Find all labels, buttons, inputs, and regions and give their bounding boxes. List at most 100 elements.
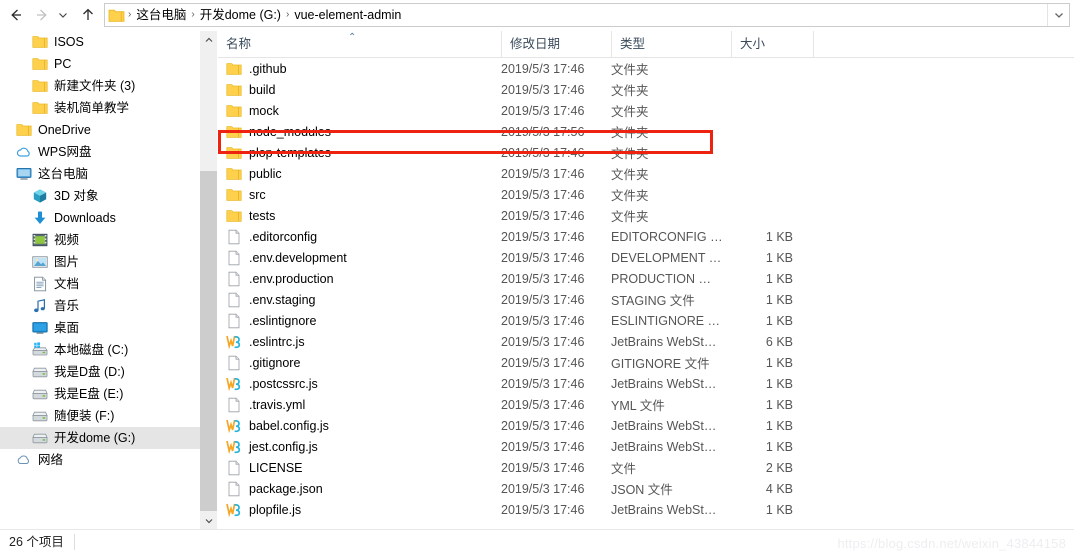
file-name-cell[interactable]: tests: [226, 208, 275, 224]
sidebar-item-4[interactable]: OneDrive: [0, 119, 200, 141]
table-row[interactable]: package.json 2019/5/3 17:46 JSON 文件 4 KB: [218, 478, 1074, 499]
file-name-cell[interactable]: .github: [226, 61, 287, 77]
up-button[interactable]: [76, 3, 100, 27]
sidebar-item-11[interactable]: 文档: [0, 273, 200, 295]
file-size-cell: 1 KB: [765, 355, 793, 370]
file-list[interactable]: .github 2019/5/3 17:46 文件夹 build 2019/5/3 17…: [218, 58, 1074, 520]
back-button[interactable]: [4, 3, 28, 27]
address-dropdown-button[interactable]: [1047, 4, 1069, 26]
sidebar-item-7[interactable]: 3D 对象: [0, 185, 200, 207]
file-name-cell[interactable]: .postcssrc.js: [226, 376, 318, 392]
table-row[interactable]: public 2019/5/3 17:46 文件夹: [218, 163, 1074, 184]
column-header-name[interactable]: 名称 ⌃: [218, 31, 501, 58]
table-row[interactable]: plopfile.js 2019/5/3 17:46 JetBrains WebSt…: [218, 499, 1074, 520]
table-row[interactable]: LICENSE 2019/5/3 17:46 文件 2 KB: [218, 457, 1074, 478]
file-name-cell[interactable]: .travis.yml: [226, 397, 305, 413]
table-row[interactable]: node_modules 2019/5/3 17:56 文件夹: [218, 121, 1074, 142]
table-row[interactable]: .env.production 2019/5/3 17:46 PRODUCTION …: [218, 268, 1074, 289]
file-name-cell[interactable]: .gitignore: [226, 355, 300, 371]
file-name-cell[interactable]: public: [226, 166, 282, 182]
file-size-cell: 1 KB: [765, 313, 793, 328]
file-name-cell[interactable]: plopfile.js: [226, 502, 301, 518]
sidebar-item-14[interactable]: 本地磁盘 (C:): [0, 339, 200, 361]
table-row[interactable]: .eslintignore 2019/5/3 17:46 ESLINTIGNORE …: [218, 310, 1074, 331]
file-name-cell[interactable]: node_modules: [226, 124, 331, 140]
sidebar-item-2[interactable]: 新建文件夹 (3): [0, 75, 200, 97]
sidebar-item-15[interactable]: 我是D盘 (D:): [0, 361, 200, 383]
file-name-cell[interactable]: src: [226, 187, 266, 203]
table-row[interactable]: tests 2019/5/3 17:46 文件夹: [218, 205, 1074, 226]
file-name-cell[interactable]: plop-templates: [226, 145, 331, 161]
sidebar-item-13[interactable]: 桌面: [0, 317, 200, 339]
table-row[interactable]: .gitignore 2019/5/3 17:46 GITIGNORE 文件 1 KB: [218, 352, 1074, 373]
file-name-cell[interactable]: LICENSE: [226, 460, 303, 476]
folder-icon: [226, 188, 242, 201]
table-row[interactable]: mock 2019/5/3 17:46 文件夹: [218, 100, 1074, 121]
scroll-up-button[interactable]: [200, 31, 217, 48]
network-icon: [17, 455, 29, 464]
sidebar-item-10[interactable]: 图片: [0, 251, 200, 273]
breadcrumb-item-0[interactable]: 这台电脑: [132, 4, 190, 26]
table-row[interactable]: .editorconfig 2019/5/3 17:46 EDITORCONFIG …: [218, 226, 1074, 247]
table-row[interactable]: .travis.yml 2019/5/3 17:46 YML 文件 1 KB: [218, 394, 1074, 415]
breadcrumb-item-1[interactable]: 开发dome (G:): [196, 4, 285, 26]
file-type-cell: 文件夹: [611, 63, 649, 77]
file-type-cell: STAGING 文件: [611, 294, 695, 308]
column-header-date[interactable]: 修改日期: [501, 31, 611, 58]
sidebar-item-9[interactable]: 视频: [0, 229, 200, 251]
sidebar-item-5[interactable]: WPS网盘: [0, 141, 200, 163]
webstorm-icon: [226, 334, 242, 350]
file-name-cell[interactable]: .eslintignore: [226, 313, 316, 329]
sidebar-item-12[interactable]: 音乐: [0, 295, 200, 317]
sidebar-item-1[interactable]: PC: [0, 53, 200, 75]
file-name-cell[interactable]: .env.development: [226, 250, 347, 266]
recent-locations-button[interactable]: [54, 3, 72, 27]
file-date-cell: 2019/5/3 17:46: [501, 460, 585, 475]
table-row[interactable]: .env.development 2019/5/3 17:46 DEVELOPMEN…: [218, 247, 1074, 268]
file-type-cell: 文件夹: [611, 105, 649, 119]
sidebar-item-8[interactable]: Downloads: [0, 207, 200, 229]
scroll-down-button[interactable]: [200, 512, 217, 529]
sidebar-item-3[interactable]: 装机简单教学: [0, 97, 200, 119]
sidebar-item-label: Downloads: [54, 211, 116, 225]
file-name-cell[interactable]: jest.config.js: [226, 439, 318, 455]
forward-button[interactable]: [30, 3, 54, 27]
sidebar-item-16[interactable]: 我是E盘 (E:): [0, 383, 200, 405]
table-row[interactable]: .github 2019/5/3 17:46 文件夹: [218, 58, 1074, 79]
file-name-cell[interactable]: babel.config.js: [226, 418, 329, 434]
table-row[interactable]: src 2019/5/3 17:46 文件夹: [218, 184, 1074, 205]
file-name-cell[interactable]: mock: [226, 103, 279, 119]
file-name-label: .eslintrc.js: [249, 334, 305, 349]
file-name-label: tests: [249, 208, 276, 223]
sidebar-item-17[interactable]: 随便装 (F:): [0, 405, 200, 427]
file-name-cell[interactable]: package.json: [226, 481, 323, 497]
sidebar-item-19[interactable]: 网络: [0, 449, 200, 471]
table-row[interactable]: plop-templates 2019/5/3 17:46 文件夹: [218, 142, 1074, 163]
download-icon: [34, 211, 46, 224]
column-header-size[interactable]: 大小: [731, 31, 813, 58]
table-row[interactable]: babel.config.js 2019/5/3 17:46 JetBrains W…: [218, 415, 1074, 436]
folder-icon: [108, 8, 125, 23]
file-name-cell[interactable]: build: [226, 82, 275, 98]
scrollbar-thumb[interactable]: [200, 171, 217, 511]
column-header-type[interactable]: 类型: [611, 31, 731, 58]
address-bar[interactable]: › 这台电脑 › 开发dome (G:) › vue-element-admin: [104, 3, 1070, 27]
file-name-cell[interactable]: .env.staging: [226, 292, 315, 308]
drive-icon: [32, 367, 48, 378]
table-row[interactable]: .env.staging 2019/5/3 17:46 STAGING 文件 1 KB: [218, 289, 1074, 310]
file-name-cell[interactable]: .editorconfig: [226, 229, 317, 245]
table-row[interactable]: jest.config.js 2019/5/3 17:46 JetBrains We…: [218, 436, 1074, 457]
sidebar-item-18[interactable]: 开发dome (G:): [0, 427, 200, 449]
breadcrumb-item-2[interactable]: vue-element-admin: [290, 4, 405, 26]
file-type-cell: JSON 文件: [611, 483, 673, 497]
file-name-cell[interactable]: .env.production: [226, 271, 334, 287]
navigation-pane[interactable]: ISOS PC 新建文件夹 (3) 装机简单教学 OneDrive WPS网盘 这台电脑 3D…: [0, 31, 200, 529]
sidebar-item-6[interactable]: 这台电脑: [0, 163, 200, 185]
sidebar-item-0[interactable]: ISOS: [0, 31, 200, 53]
file-name-label: plopfile.js: [249, 502, 302, 517]
table-row[interactable]: build 2019/5/3 17:46 文件夹: [218, 79, 1074, 100]
table-row[interactable]: .eslintrc.js 2019/5/3 17:46 JetBrains WebS…: [218, 331, 1074, 352]
sidebar-scrollbar[interactable]: [200, 31, 217, 529]
file-name-cell[interactable]: .eslintrc.js: [226, 334, 305, 350]
table-row[interactable]: .postcssrc.js 2019/5/3 17:46 JetBrains Web…: [218, 373, 1074, 394]
